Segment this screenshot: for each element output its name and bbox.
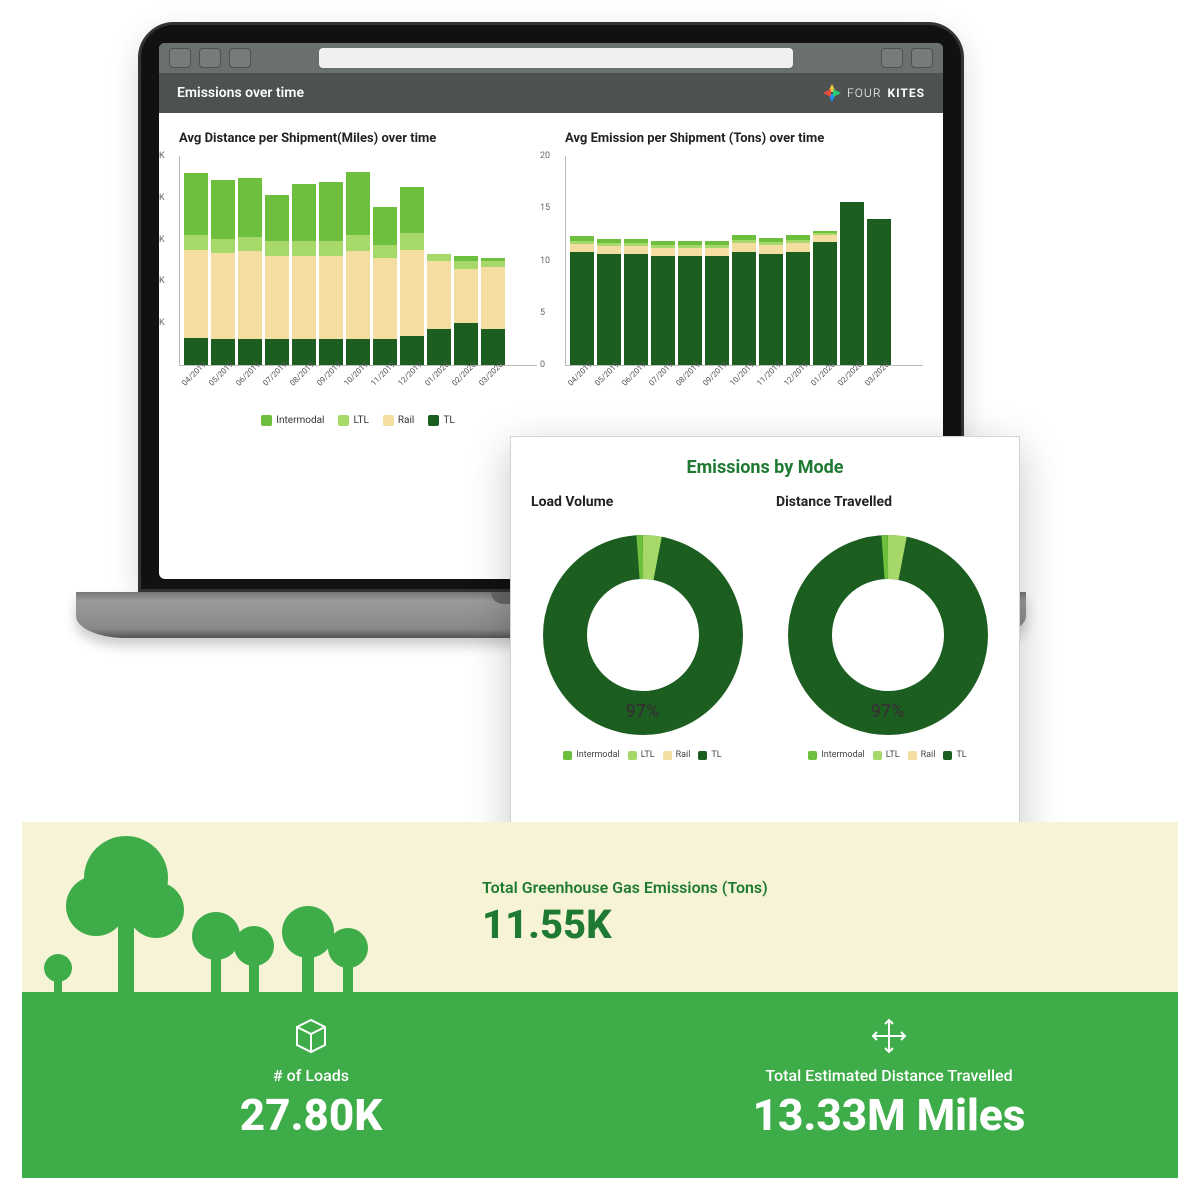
donut-distance-plot: 97% (770, 520, 1005, 750)
distance-value: 13.33M Miles (600, 1089, 1178, 1141)
stats-band-green: # of Loads 27.80K Total Estimated Distan… (22, 992, 1178, 1178)
donut-load-volume-title: Load Volume (531, 494, 760, 510)
fourkites-icon (823, 84, 841, 102)
loads-label: # of Loads (22, 1066, 600, 1085)
emissions-by-mode-row: Load Volume 97% Intermodal LTL Rail TL D… (511, 484, 1019, 760)
brand-logo: FOUR KITES (823, 84, 925, 102)
donut-load-volume-legend: Intermodal LTL Rail TL (525, 750, 760, 760)
browser-sidebar-button[interactable] (229, 48, 251, 68)
trees-icon (36, 832, 396, 992)
loads-value: 27.80K (22, 1089, 600, 1141)
arrows-move-icon (869, 1016, 909, 1060)
browser-toolbar (159, 43, 943, 73)
stats-band-cream: Total Greenhouse Gas Emissions (Tons) 11… (22, 822, 1178, 992)
emissions-by-mode-title: Emissions by Mode (511, 437, 1019, 484)
brand-text-1: FOUR (847, 86, 881, 100)
legend-ltl: LTL (338, 415, 368, 426)
donut-distance-title: Distance Travelled (776, 494, 1005, 510)
browser-back-button[interactable] (169, 48, 191, 68)
browser-forward-button[interactable] (199, 48, 221, 68)
donut-load-volume: Load Volume 97% Intermodal LTL Rail TL (525, 490, 760, 760)
distance-label: Total Estimated Distance Travelled (600, 1066, 1178, 1085)
chart-emission: Avg Emission per Shipment (Tons) over ti… (565, 131, 923, 426)
legend-rail: Rail (383, 415, 414, 426)
ghg-label: Total Greenhouse Gas Emissions (Tons) (482, 878, 1178, 897)
browser-url-field[interactable] (319, 48, 793, 68)
chart-distance: Avg Distance per Shipment(Miles) over ti… (179, 131, 537, 426)
chart-emission-title: Avg Emission per Shipment (Tons) over ti… (565, 131, 923, 146)
app-header: Emissions over time FOUR KITES (159, 73, 943, 113)
donut-distance: Distance Travelled 97% Intermodal LTL Ra… (770, 490, 1005, 760)
box-icon (291, 1016, 331, 1060)
chart-distance-xaxis: 04/201905/201906/201907/201908/201909/20… (179, 366, 537, 379)
legend-intermodal: Intermodal (261, 415, 324, 426)
emissions-by-mode-card: Emissions by Mode Load Volume 97% Interm… (510, 436, 1020, 852)
chart-distance-legend: Intermodal LTL Rail TL (179, 415, 537, 426)
browser-share-button[interactable] (881, 48, 903, 68)
legend-tl: TL (428, 415, 454, 426)
stat-loads: # of Loads 27.80K (22, 992, 600, 1178)
page-title: Emissions over time (177, 85, 304, 101)
browser-tabs-button[interactable] (911, 48, 933, 68)
chart-distance-title: Avg Distance per Shipment(Miles) over ti… (179, 131, 537, 146)
stat-distance: Total Estimated Distance Travelled 13.33… (600, 992, 1178, 1178)
donut-distance-legend: Intermodal LTL Rail TL (770, 750, 1005, 760)
chart-emission-xaxis: 04/201905/201906/201907/201908/201909/20… (565, 366, 923, 379)
chart-emission-plot: 05101520 (565, 156, 923, 366)
donut-load-volume-plot: 97% (525, 520, 760, 750)
donut-load-volume-center: 97% (626, 701, 660, 722)
ghg-value: 11.55K (482, 901, 1178, 948)
dashboard-charts-row: Avg Distance per Shipment(Miles) over ti… (159, 113, 943, 436)
chart-distance-plot: 01K2K3K4K5K (179, 156, 537, 366)
brand-text-2: KITES (887, 86, 925, 100)
donut-distance-center: 97% (871, 701, 905, 722)
